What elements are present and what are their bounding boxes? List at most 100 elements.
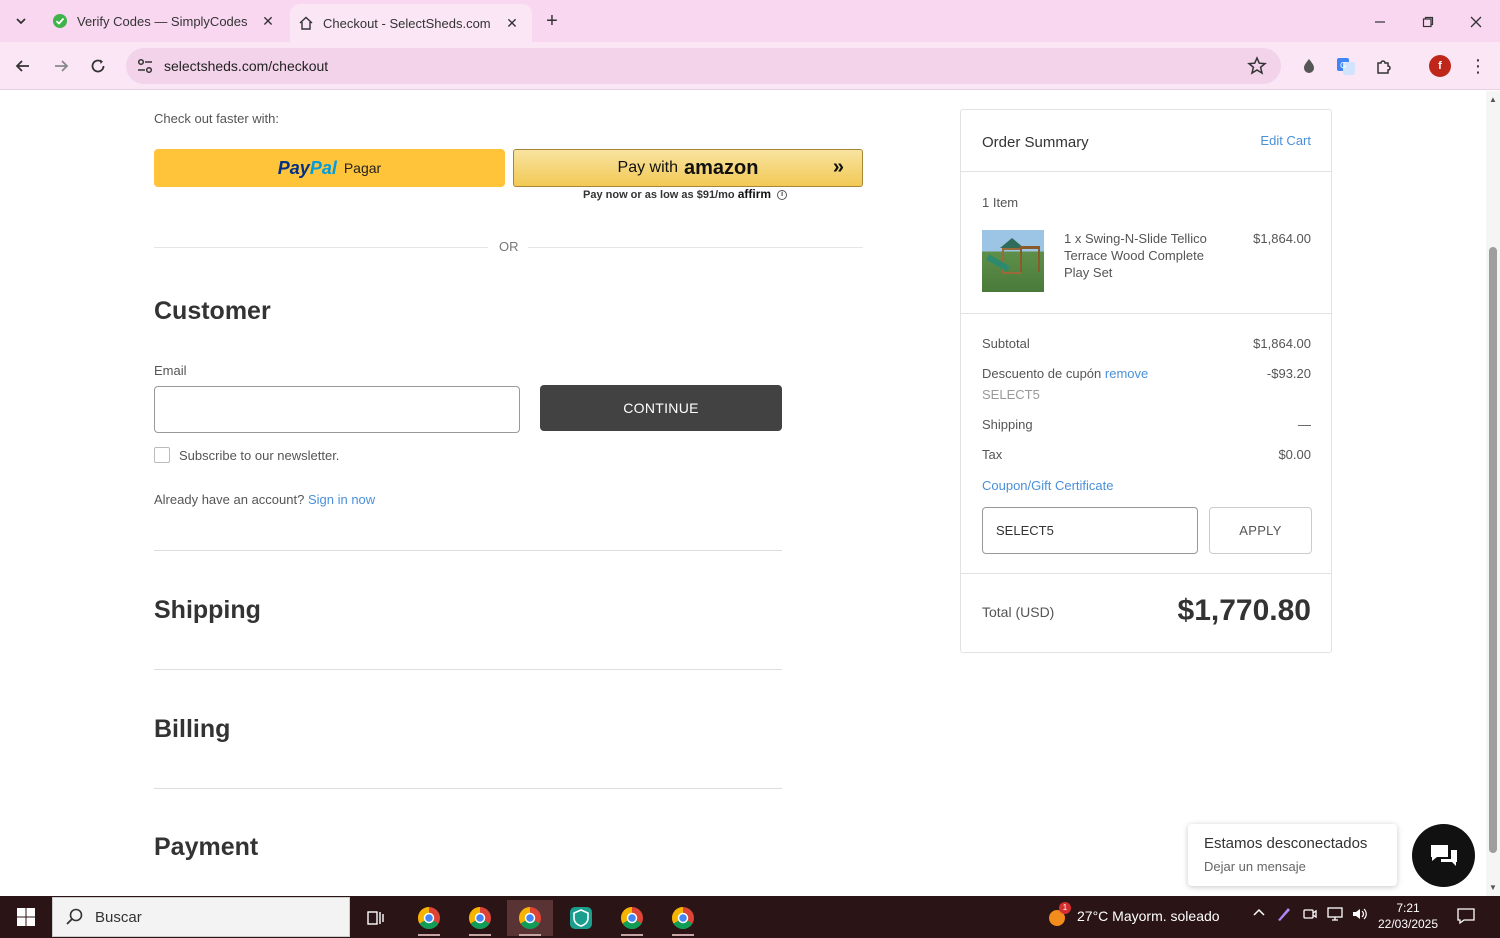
summary-divider (961, 573, 1331, 574)
chat-offline-bubble[interactable]: Estamos desconectados Dejar un mensaje (1188, 824, 1397, 886)
checkout-faster-label: Check out faster with: (154, 111, 279, 126)
customer-section-title: Customer (154, 297, 271, 325)
taskbar-search-placeholder: Buscar (95, 908, 142, 926)
tab-selectsheds-checkout[interactable]: Checkout - SelectSheds.com ✕ (290, 4, 532, 42)
reload-button[interactable] (84, 52, 112, 80)
chat-launcher-button[interactable] (1412, 824, 1475, 887)
volume-icon[interactable] (1351, 906, 1369, 925)
info-icon[interactable]: i (777, 190, 788, 201)
account-prompt: Already have an account? Sign in now (154, 492, 375, 507)
simplycodes-icon (52, 13, 68, 29)
continue-button[interactable]: CONTINUE (540, 385, 782, 431)
meet-camera-icon[interactable] (1302, 906, 1318, 925)
extension-drop-icon[interactable] (1298, 55, 1320, 77)
remove-coupon-link[interactable]: remove (1105, 366, 1148, 381)
tab-simplycodes[interactable]: Verify Codes — SimplyCodes ✕ (42, 0, 288, 42)
product-name: 1 x Swing-N-Slide Tellico Terrace Wood C… (1064, 231, 1207, 280)
shipping-label: Shipping (982, 417, 1033, 432)
close-tab-icon[interactable]: ✕ (258, 11, 278, 31)
start-button[interactable] (8, 905, 44, 929)
new-tab-button[interactable]: + (540, 9, 564, 33)
forward-button[interactable] (47, 52, 75, 80)
order-summary-title: Order Summary (982, 134, 1089, 151)
product-price: $1,864.00 (1253, 231, 1311, 246)
clock-time: 7:21 (1396, 901, 1420, 915)
affirm-logo: affirm (737, 187, 772, 201)
page-scrollbar[interactable]: ▲ ▼ (1486, 91, 1500, 896)
minimize-button[interactable] (1366, 8, 1394, 36)
coupon-code-input[interactable] (982, 507, 1198, 554)
svg-text:G: G (1340, 61, 1346, 70)
paypal-button[interactable]: PayPal Pagar (154, 149, 505, 187)
subtotal-value: $1,864.00 (1253, 336, 1311, 351)
amazon-pay-prefix: Pay with (617, 159, 678, 176)
profile-avatar[interactable]: f (1429, 55, 1451, 77)
subtotal-label: Subtotal (982, 336, 1030, 351)
back-button[interactable] (9, 52, 37, 80)
discount-row: Descuento de cupón remove (982, 366, 1148, 381)
taskbar-chrome-3[interactable] (609, 900, 655, 936)
home-icon (298, 15, 314, 31)
paypal-button-label: Pagar (343, 160, 382, 176)
checkout-page: Check out faster with: PayPal Pagar Pay … (0, 91, 1486, 896)
account-prompt-text: Already have an account? (154, 492, 305, 507)
task-view-button[interactable] (352, 900, 398, 936)
taskbar-vpn-app[interactable] (558, 900, 604, 936)
affirm-promo[interactable]: Pay now or as low as $91/mo affirm i (583, 187, 788, 201)
taskbar-chrome-4[interactable] (660, 900, 706, 936)
tab-title: Verify Codes — SimplyCodes (77, 13, 248, 29)
taskbar-clock[interactable]: 7:21 22/03/2025 (1374, 900, 1442, 932)
amazon-pay-button[interactable]: Pay with amazon » (513, 149, 863, 187)
weather-text[interactable]: 27°C Mayorm. soleado (1077, 908, 1220, 924)
browser-menu-icon[interactable]: ⋮ (1468, 55, 1488, 77)
taskbar-chrome-active[interactable] (507, 900, 553, 936)
google-translate-icon[interactable]: G (1335, 55, 1357, 77)
sign-in-link[interactable]: Sign in now (308, 492, 375, 507)
taskbar-chrome-1[interactable] (406, 900, 452, 936)
coupon-gift-certificate-link[interactable]: Coupon/Gift Certificate (982, 478, 1114, 493)
network-icon[interactable] (1326, 906, 1344, 925)
payment-section-title[interactable]: Payment (154, 833, 258, 862)
windows-taskbar: Buscar 1 27°C Mayorm. soleado 7:21 22/03… (0, 896, 1500, 938)
pen-icon[interactable] (1276, 906, 1292, 925)
email-field[interactable] (154, 386, 520, 433)
chat-status-title: Estamos desconectados (1204, 835, 1368, 852)
apply-coupon-button[interactable]: APPLY (1209, 507, 1312, 554)
newsletter-checkbox[interactable] (154, 447, 170, 463)
tray-overflow-chevron-icon[interactable] (1252, 906, 1266, 923)
address-bar[interactable]: selectsheds.com/checkout (126, 48, 1281, 84)
extensions-puzzle-icon[interactable] (1373, 55, 1395, 77)
billing-section-title[interactable]: Billing (154, 715, 230, 744)
tab-strip: Verify Codes — SimplyCodes ✕ Checkout - … (0, 0, 1500, 42)
taskbar-search[interactable]: Buscar (52, 897, 350, 937)
newsletter-checkbox-row[interactable]: Subscribe to our newsletter. (154, 447, 339, 463)
taskbar-chrome-2[interactable] (457, 900, 503, 936)
scroll-down-arrow-icon[interactable]: ▼ (1489, 883, 1497, 892)
applied-coupon-code: SELECT5 (982, 387, 1040, 402)
summary-divider (961, 313, 1331, 314)
affirm-promo-text: Pay now or as low as $91/mo (583, 189, 735, 201)
chrome-icon (672, 907, 694, 929)
tab-search-button[interactable] (8, 8, 34, 34)
search-icon (66, 908, 83, 925)
scrollbar-thumb[interactable] (1489, 247, 1497, 853)
shipping-section-title[interactable]: Shipping (154, 596, 261, 625)
product-thumbnail (982, 230, 1044, 292)
amazon-logo: amazon (684, 156, 759, 179)
close-icon (1470, 16, 1482, 28)
weather-widget[interactable]: 1 (1046, 902, 1071, 928)
minimize-icon (1375, 21, 1385, 23)
close-window-button[interactable] (1462, 8, 1490, 36)
order-summary-header: Order Summary Edit Cart (961, 110, 1331, 172)
close-tab-icon[interactable]: ✕ (502, 13, 522, 33)
bookmark-star-icon[interactable] (1247, 56, 1267, 76)
scroll-up-arrow-icon[interactable]: ▲ (1489, 95, 1497, 104)
total-value: $1,770.80 (1177, 594, 1311, 627)
edit-cart-link[interactable]: Edit Cart (1260, 133, 1311, 148)
site-settings-icon[interactable] (136, 57, 154, 75)
restore-button[interactable] (1414, 8, 1442, 36)
notifications-icon[interactable] (1456, 906, 1476, 929)
or-divider-right (528, 247, 863, 248)
clock-date: 22/03/2025 (1377, 917, 1439, 931)
items-count: 1 Item (982, 195, 1019, 210)
